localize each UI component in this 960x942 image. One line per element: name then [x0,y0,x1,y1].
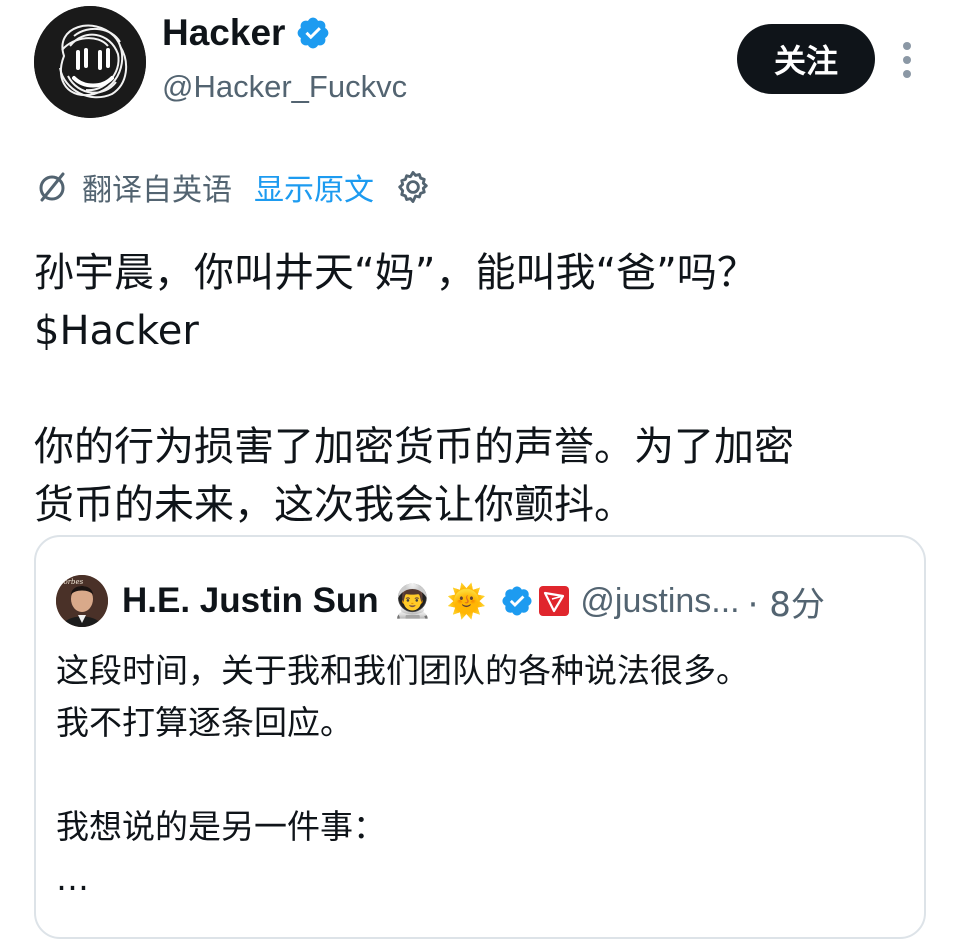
quoted-tweet-time: · 8分 [747,584,825,625]
quoted-author-avatar[interactable]: Forbes [56,575,108,627]
author-display-name[interactable]: Hacker [162,10,331,56]
author-handle[interactable]: @Hacker_Fuckvc [162,66,407,108]
tweet-header: Hacker @Hacker_Fuckvc 关注 [0,0,960,130]
translation-bar: 翻译自英语 显示原文 [34,164,432,210]
tweet-text: 孙宇晨，你叫井天“妈”，能叫我“爸”吗？ $Hacker 你的行为损害了加密货币… [34,250,794,528]
author-avatar[interactable] [34,6,146,118]
quoted-tweet-text: 这段时间，关于我和我们团队的各种说法很多。 我不打算逐条回应。 我想说的是另一件… [56,651,749,898]
translate-icon [39,172,65,202]
quoted-tweet-header: Forbes H.E. Justin Sun 👨‍🚀 🌞 @justins...… [56,575,825,627]
verified-badge-icon [298,17,329,49]
profile-photo-icon: Forbes [56,575,108,627]
translated-from-label: 翻译自英语 [82,173,232,208]
scribble-face-icon [34,6,146,118]
more-vertical-icon[interactable] [896,38,918,82]
author-name-text: Hacker [162,12,286,53]
gear-icon[interactable] [394,168,432,206]
astronaut-emoji: 👨‍🚀 [392,582,433,620]
svg-text:Forbes: Forbes [58,578,84,586]
show-original-link[interactable]: 显示原文 [254,165,374,209]
sun-emoji: 🌞 [446,582,487,620]
verified-badge-icon [502,586,532,616]
follow-button[interactable]: 关注 [737,24,875,94]
quoted-author-handle[interactable]: @justins... [580,582,739,621]
tron-logo-icon [539,586,570,616]
quoted-author-name[interactable]: H.E. Justin Sun [122,581,379,621]
quoted-tweet-card[interactable]: Forbes H.E. Justin Sun 👨‍🚀 🌞 @justins...… [34,535,926,939]
